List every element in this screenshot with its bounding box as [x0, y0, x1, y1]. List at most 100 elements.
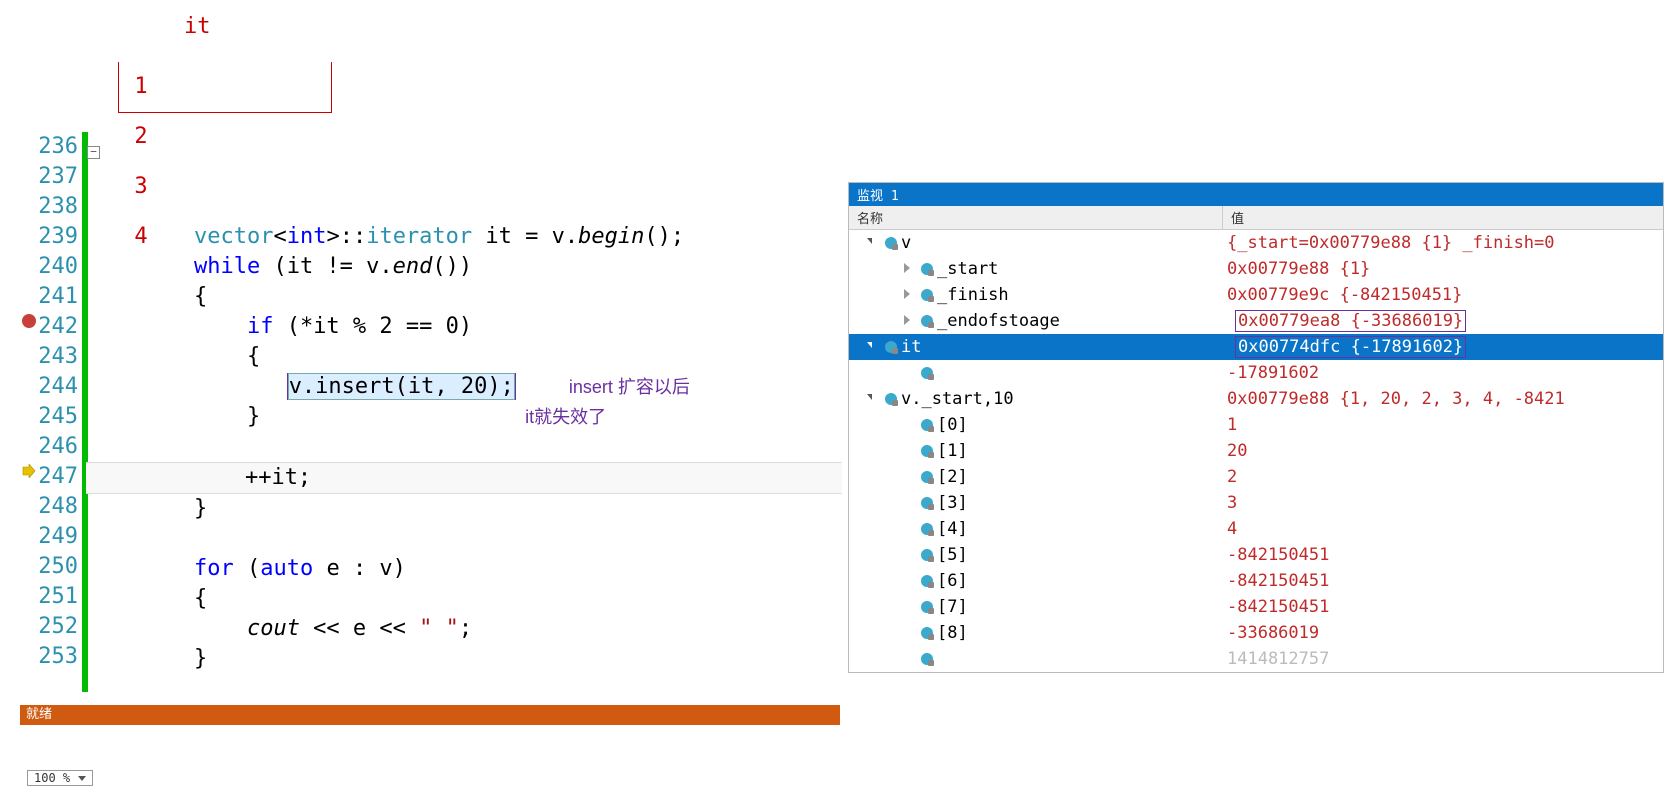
expand-placeholder [901, 418, 915, 432]
expand-placeholder [901, 626, 915, 640]
variable-icon [921, 627, 933, 639]
expand-placeholder [901, 548, 915, 562]
watch-row[interactable]: -17891602 [849, 360, 1663, 386]
annotation-text: insert 扩容以后 [569, 377, 690, 397]
diagram-pointer: it [184, 14, 211, 39]
watch-window[interactable]: 监视 1 名称 值 v {_start=0x00779e88 {1} _finis… [848, 182, 1664, 673]
watch-title: 监视 1 [849, 183, 1663, 206]
watch-var-name: _finish [937, 285, 1009, 305]
expand-open-icon[interactable] [865, 236, 879, 250]
watch-var-value: -33686019 [1223, 623, 1663, 643]
watch-row[interactable]: [8] -33686019 [849, 620, 1663, 646]
status-bar: 就绪 [20, 705, 840, 725]
variable-icon [921, 523, 933, 535]
watch-header-value[interactable]: 值 [1223, 206, 1663, 229]
watch-row[interactable]: [5] -842150451 [849, 542, 1663, 568]
diagram-cell: 1 [118, 62, 164, 112]
watch-var-name: [0] [937, 415, 968, 435]
watch-var-value: 1414812757 [1223, 649, 1663, 669]
watch-var-value: -842150451 [1223, 545, 1663, 565]
watch-var-name: [2] [937, 467, 968, 487]
code-text[interactable]: − vector<int>::iterator it = v.begin(); … [88, 132, 840, 692]
watch-var-value: -17891602 [1223, 363, 1663, 383]
expand-open-icon[interactable] [865, 340, 879, 354]
expand-close-icon[interactable] [901, 314, 915, 328]
watch-var-name: [6] [937, 571, 968, 591]
variable-icon [885, 237, 897, 249]
watch-var-value: -842150451 [1223, 571, 1663, 591]
expand-placeholder [901, 652, 915, 666]
variable-icon [921, 601, 933, 613]
watch-var-value: 4 [1223, 519, 1663, 539]
watch-row[interactable]: [4] 4 [849, 516, 1663, 542]
variable-icon [921, 367, 933, 379]
watch-var-value: 0x00779e9c {-842150451} [1223, 285, 1663, 305]
watch-var-name: _endofstoage [937, 311, 1060, 331]
expand-close-icon[interactable] [901, 262, 915, 276]
watch-body[interactable]: v {_start=0x00779e88 {1} _finish=0 _start 0… [849, 230, 1663, 672]
variable-icon [921, 497, 933, 509]
watch-var-value: 2 [1223, 467, 1663, 487]
watch-var-value: 0x00779ea8 {-33686019} [1223, 310, 1663, 332]
watch-var-value: 0x00774dfc {-17891602} [1223, 336, 1663, 358]
variable-icon [921, 445, 933, 457]
expand-close-icon[interactable] [901, 288, 915, 302]
expand-placeholder [901, 522, 915, 536]
watch-var-name: [4] [937, 519, 968, 539]
watch-row[interactable]: [0] 1 [849, 412, 1663, 438]
watch-var-name: v [901, 233, 911, 253]
expand-placeholder [901, 574, 915, 588]
watch-row[interactable]: [7] -842150451 [849, 594, 1663, 620]
watch-var-value: 1 [1223, 415, 1663, 435]
code-editor[interactable]: 2362372382392402412422432442452462472482… [20, 132, 840, 692]
current-statement-icon [22, 464, 36, 478]
variable-icon [921, 471, 933, 483]
watch-row[interactable]: _start 0x00779e88 {1} [849, 256, 1663, 282]
expand-placeholder [901, 444, 915, 458]
variable-icon [885, 393, 897, 405]
highlighted-code: v.insert(it, 20); [288, 373, 515, 400]
watch-var-name: [8] [937, 623, 968, 643]
watch-row[interactable]: _finish 0x00779e9c {-842150451} [849, 282, 1663, 308]
expand-placeholder [901, 470, 915, 484]
watch-var-value: 20 [1223, 441, 1663, 461]
watch-var-name: [7] [937, 597, 968, 617]
expand-placeholder [901, 496, 915, 510]
watch-var-name: it [901, 337, 921, 357]
fold-icon[interactable]: − [87, 146, 100, 159]
expand-placeholder [901, 366, 915, 380]
watch-var-name: [3] [937, 493, 968, 513]
watch-var-value: -842150451 [1223, 597, 1663, 617]
current-line: ++it; [86, 462, 842, 494]
watch-row[interactable]: [2] 2 [849, 464, 1663, 490]
watch-var-name: [1] [937, 441, 968, 461]
watch-row[interactable]: it 0x00774dfc {-17891602} [849, 334, 1663, 360]
watch-header[interactable]: 名称 值 [849, 206, 1663, 230]
watch-var-name: _start [937, 259, 998, 279]
zoom-combo[interactable]: 100 % [27, 770, 93, 786]
annotation-text: it就失效了 [525, 407, 606, 427]
variable-icon [921, 263, 933, 275]
watch-row[interactable]: [6] -842150451 [849, 568, 1663, 594]
watch-row[interactable]: [3] 3 [849, 490, 1663, 516]
variable-icon [921, 549, 933, 561]
variable-icon [921, 575, 933, 587]
watch-header-name[interactable]: 名称 [849, 206, 1223, 229]
watch-row[interactable]: 1414812757 [849, 646, 1663, 672]
watch-var-value: 0x00779e88 {1, 20, 2, 3, 4, -8421 [1223, 389, 1663, 409]
expand-open-icon[interactable] [865, 392, 879, 406]
line-number-gutter: 2362372382392402412422432442452462472482… [38, 132, 82, 692]
watch-var-value: 0x00779e88 {1} [1223, 259, 1663, 279]
watch-row[interactable]: [1] 20 [849, 438, 1663, 464]
watch-row[interactable]: v {_start=0x00779e88 {1} _finish=0 [849, 230, 1663, 256]
breakpoint-margin[interactable] [20, 132, 38, 692]
watch-var-value: 3 [1223, 493, 1663, 513]
watch-var-name: [5] [937, 545, 968, 565]
watch-row[interactable]: v._start,100x00779e88 {1, 20, 2, 3, 4, -… [849, 386, 1663, 412]
variable-icon [885, 341, 897, 353]
watch-var-value: {_start=0x00779e88 {1} _finish=0 [1223, 233, 1663, 253]
variable-icon [921, 419, 933, 431]
breakpoint-icon[interactable] [22, 314, 36, 328]
watch-row[interactable]: _endofstoage 0x00779ea8 {-33686019} [849, 308, 1663, 334]
variable-icon [921, 653, 933, 665]
